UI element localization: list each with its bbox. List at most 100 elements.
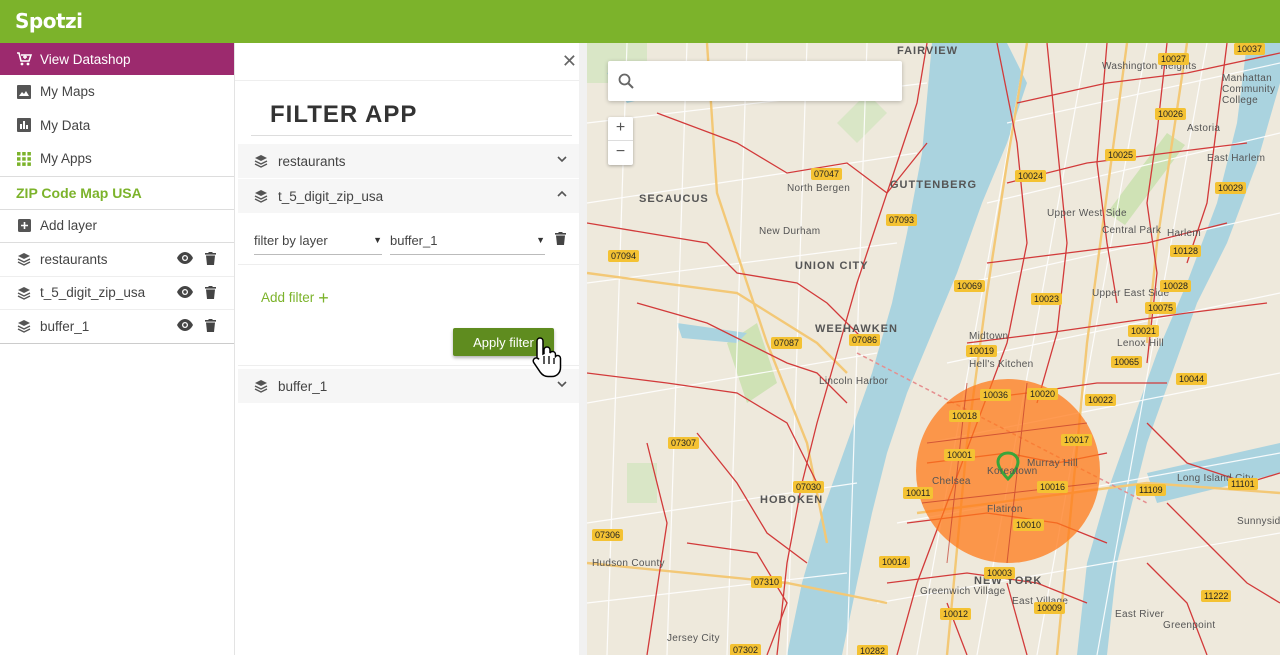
chevron-down-icon: [557, 381, 567, 388]
zip-label: 10001: [944, 449, 976, 461]
sidebar-item-my-data[interactable]: My Data: [0, 109, 234, 143]
place-label: Lincoln Harbor: [819, 376, 889, 387]
zip-label: 10023: [1031, 293, 1063, 305]
sidebar-item-label: My Apps: [40, 151, 92, 167]
plus-icon: +: [318, 288, 329, 308]
zoom-out-button[interactable]: −: [608, 141, 633, 165]
layers-icon: [16, 318, 32, 334]
zip-label: 07093: [886, 214, 918, 226]
place-label: East Harlem: [1207, 153, 1266, 164]
zoom-in-button[interactable]: +: [608, 117, 633, 141]
top-bar: Spotzi: [0, 0, 1280, 43]
caret-down-icon: ▼: [536, 235, 545, 245]
select-value: filter by layer: [254, 233, 328, 248]
zip-label: 10019: [966, 345, 998, 357]
place-label: Greenwich Village: [920, 586, 1006, 597]
place-label: GUTTENBERG: [890, 179, 977, 191]
add-layer-button[interactable]: Add layer: [0, 210, 234, 243]
view-datashop-button[interactable]: View Datashop: [0, 43, 234, 75]
accordion-restaurants[interactable]: restaurants: [238, 144, 580, 178]
spotzi-logo[interactable]: Spotzi: [15, 9, 83, 33]
layers-icon: [16, 285, 32, 301]
cart-icon: [16, 51, 32, 67]
layer-label: t_5_digit_zip_usa: [40, 285, 146, 301]
sidebar-item-my-maps[interactable]: My Maps: [0, 75, 234, 109]
place-label: UNION CITY: [795, 260, 869, 272]
zip-label: 07047: [811, 168, 843, 180]
eye-icon[interactable]: [177, 285, 193, 298]
zip-label: 10016: [1037, 481, 1069, 493]
eye-icon[interactable]: [177, 319, 193, 331]
zip-label: 07094: [608, 250, 640, 262]
layer-label: buffer_1: [40, 318, 90, 334]
zip-label: 10024: [1015, 170, 1047, 182]
place-label: Hell's Kitchen: [969, 359, 1034, 370]
layer-item-restaurants[interactable]: restaurants: [0, 243, 234, 277]
place-label: Upper West Side: [1047, 208, 1127, 219]
layer-item-zip[interactable]: t_5_digit_zip_usa: [0, 277, 234, 310]
layer-label: restaurants: [40, 251, 108, 267]
zip-label: 10069: [954, 280, 986, 292]
zip-label: 10017: [1061, 434, 1093, 446]
trash-icon[interactable]: [205, 285, 216, 299]
place-label: SECAUCUS: [639, 193, 709, 205]
chevron-up-icon: [557, 190, 567, 197]
layers-icon: [254, 190, 268, 203]
zip-label: 10075: [1145, 302, 1177, 314]
place-label: Harlem: [1167, 228, 1202, 239]
panel-scrollbar[interactable]: [579, 43, 587, 655]
plus-box-icon: [16, 218, 32, 234]
zip-label: 07306: [592, 529, 624, 541]
place-label: Chelsea: [932, 476, 971, 487]
zip-label: 07307: [668, 437, 700, 449]
place-label: HOBOKEN: [760, 494, 824, 506]
place-label: East River: [1115, 609, 1165, 620]
eye-icon[interactable]: [177, 252, 193, 264]
chevron-down-icon: [557, 156, 567, 163]
filter-by-layer-select[interactable]: filter by layer ▼: [254, 229, 382, 255]
map-search-input[interactable]: [644, 69, 894, 93]
map-title[interactable]: ZIP Code Map USA: [0, 175, 234, 210]
zip-label: 10028: [1160, 280, 1192, 292]
sidebar-item-label: My Data: [40, 117, 91, 133]
zip-label: 10003: [984, 567, 1016, 579]
accordion-zip[interactable]: t_5_digit_zip_usa: [238, 179, 580, 213]
apps-grid-icon: [16, 151, 32, 167]
place-label: Hudson County: [592, 558, 665, 569]
place-label: Astoria: [1187, 123, 1221, 134]
caret-down-icon: ▼: [373, 235, 382, 245]
place-label: North Bergen: [787, 183, 851, 194]
layer-select[interactable]: buffer_1 ▼: [390, 229, 545, 255]
zip-label: 10128: [1170, 245, 1202, 257]
add-filter-button[interactable]: Add filter +: [261, 288, 329, 309]
accordion-label: t_5_digit_zip_usa: [278, 188, 384, 204]
map-canvas[interactable]: Manhattan Community College FAIRVIEW Was…: [587, 43, 1280, 655]
layer-item-buffer[interactable]: buffer_1: [0, 310, 234, 344]
search-icon: [618, 73, 634, 89]
trash-icon[interactable]: [205, 319, 216, 332]
accordion-buffer[interactable]: buffer_1: [238, 369, 580, 403]
close-icon[interactable]: ✕: [562, 51, 577, 72]
zip-label: 11101: [1228, 478, 1258, 490]
zip-label: 07030: [793, 481, 825, 493]
zip-label: 10282: [857, 645, 889, 655]
accordion-label: buffer_1: [278, 378, 328, 394]
sidebar-item-my-apps[interactable]: My Apps: [0, 142, 234, 176]
hand-cursor-icon: [532, 337, 562, 378]
divider: [251, 135, 572, 136]
zip-label: 10012: [940, 608, 972, 620]
trash-icon[interactable]: [555, 232, 566, 245]
place-label: Sunnyside: [1237, 516, 1280, 527]
trash-icon[interactable]: [205, 252, 216, 265]
place-label: Manhattan Community College: [1222, 73, 1276, 106]
layers-icon: [254, 155, 268, 168]
zip-label: 10029: [1215, 182, 1247, 194]
zip-label: 07087: [771, 337, 803, 349]
zip-label: 10020: [1027, 388, 1059, 400]
sidebar-item-label: My Maps: [40, 84, 95, 100]
zip-label: 11222: [1201, 590, 1232, 602]
zip-label: 10025: [1105, 149, 1137, 161]
view-datashop-label: View Datashop: [40, 51, 131, 67]
zip-label: 07302: [730, 644, 762, 655]
layers-icon: [16, 251, 32, 267]
